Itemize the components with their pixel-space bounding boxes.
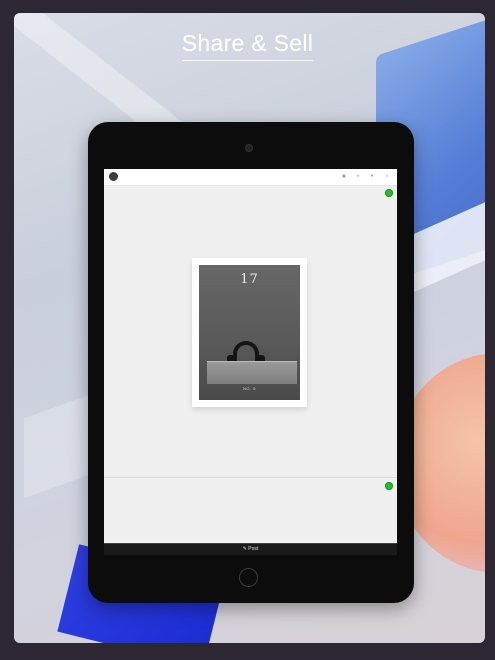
promo-headline: Share & Sell (0, 30, 495, 61)
app-screen: ● ⋆ • ▫ 17 NO. 5 ✎ Post (104, 169, 397, 555)
magazine-issue-label: NO. 5 (243, 386, 256, 391)
magazine-cover-title: 17 (240, 272, 259, 287)
pedestal-graphic (207, 361, 297, 384)
front-camera (245, 144, 253, 152)
feed-divider (104, 477, 397, 478)
app-top-bar: ● ⋆ • ▫ (104, 169, 397, 186)
app-logo-icon[interactable] (109, 172, 118, 181)
magazine-cover-image: 17 NO. 5 (199, 265, 300, 400)
pencil-icon: ✎ (242, 546, 247, 552)
menu-icon[interactable]: ▫ (383, 173, 391, 180)
info-icon[interactable]: • (369, 173, 375, 180)
app-footer-bar: ✎ Post (104, 543, 397, 555)
star-icon[interactable]: ⋆ (355, 173, 361, 180)
magazine-listing-card[interactable]: 17 NO. 5 (192, 258, 307, 407)
online-status-dot (385, 482, 393, 490)
tablet-device: ● ⋆ • ▫ 17 NO. 5 ✎ Post (88, 122, 414, 603)
post-button-label: Post (248, 546, 259, 552)
post-button[interactable]: ✎ Post (104, 545, 397, 554)
online-status-dot (385, 189, 393, 197)
pin-icon[interactable]: ● (341, 173, 347, 180)
home-button[interactable] (239, 568, 258, 587)
